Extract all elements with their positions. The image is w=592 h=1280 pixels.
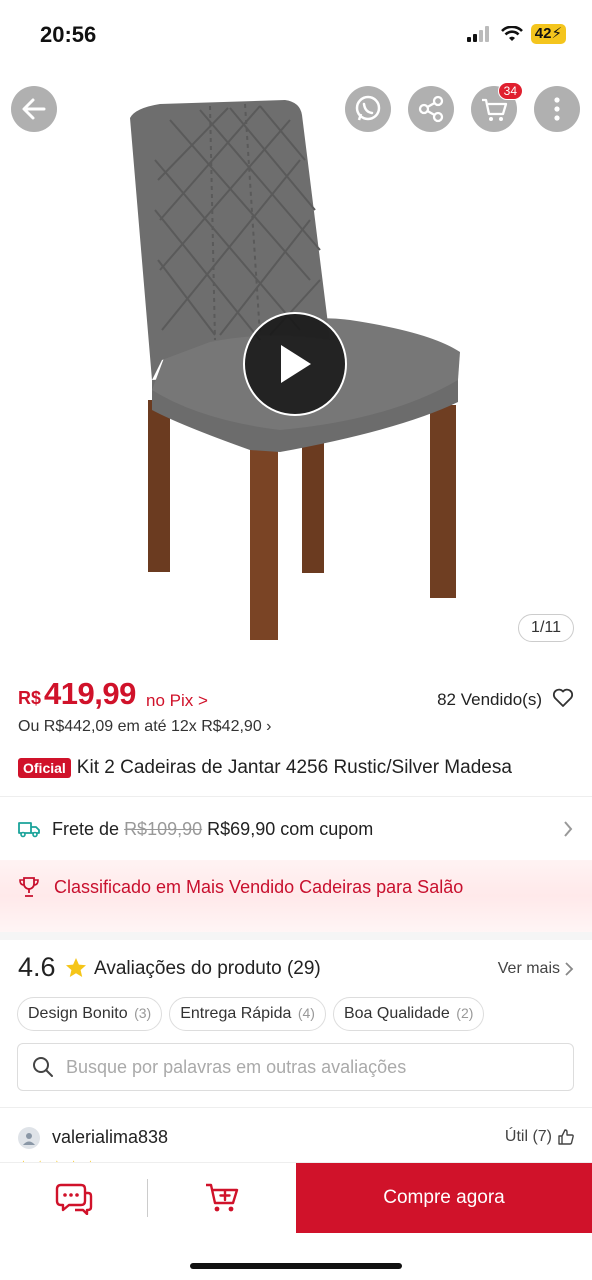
- review-tag[interactable]: Entrega Rápida (4): [169, 997, 326, 1031]
- shipping-prefix: Frete de: [52, 818, 120, 839]
- chevron-right-icon: [564, 821, 573, 837]
- home-indicator: [190, 1263, 402, 1269]
- user-icon: [23, 1133, 35, 1145]
- see-more-label: Ver mais: [497, 960, 560, 977]
- chat-button[interactable]: [0, 1163, 148, 1233]
- review-tag-count: (4): [297, 1005, 315, 1021]
- favorite-heart-icon[interactable]: [552, 688, 574, 708]
- review-tag-label: Boa Qualidade: [343, 1005, 450, 1022]
- pix-link[interactable]: no Pix >: [146, 691, 208, 711]
- product-title-row: Oficial Kit 2 Cadeiras de Jantar 4256 Ru…: [18, 757, 512, 779]
- review-tag-label: Design Bonito: [28, 1005, 128, 1022]
- review-tag[interactable]: Design Bonito (3): [17, 997, 163, 1031]
- section-divider: [0, 932, 592, 940]
- review-tag[interactable]: Boa Qualidade (2): [332, 997, 485, 1031]
- official-store-badge: Oficial: [18, 758, 71, 778]
- review-tags: Design Bonito (3) Entrega Rápida (4) Boa…: [17, 997, 485, 1031]
- product-image-gallery[interactable]: 34 1/11: [0, 70, 592, 660]
- chevron-right-icon: [565, 962, 574, 976]
- divider: [0, 796, 592, 797]
- shipping-new-price: R$69,90 com cupom: [207, 818, 374, 839]
- back-button[interactable]: [11, 86, 57, 132]
- review-tag-count: (2): [456, 1005, 474, 1021]
- reviews-header: 4.6 Avaliações do produto (29) Ver mais: [18, 952, 574, 988]
- whatsapp-icon: [355, 95, 381, 121]
- add-to-cart-button[interactable]: [148, 1163, 296, 1233]
- truck-icon: [18, 822, 40, 838]
- reviews-search-input[interactable]: [66, 1056, 546, 1078]
- price-row: R$ 419,99 no Pix > 82 Vendido(s): [18, 676, 574, 716]
- review-item: valerialima838 Útil (7): [18, 1125, 574, 1155]
- share-icon: [418, 95, 444, 123]
- cart-count-badge: 34: [497, 82, 523, 100]
- rating-score: 4.6: [18, 952, 56, 982]
- bottom-action-bar: Compre agora: [0, 1162, 592, 1280]
- buy-now-button[interactable]: Compre agora: [296, 1163, 592, 1233]
- installments-link[interactable]: Ou R$442,09 em até 12x R$42,90 ›: [18, 718, 272, 736]
- more-vertical-icon: [554, 97, 560, 121]
- share-button[interactable]: [408, 86, 454, 132]
- ranking-row[interactable]: Classificado em Mais Vendido Cadeiras pa…: [18, 876, 463, 898]
- review-tag-count: (3): [134, 1005, 152, 1021]
- shipping-text: Frete de R$109,90 R$69,90 com cupom: [52, 819, 373, 840]
- whatsapp-share-button[interactable]: [345, 86, 391, 132]
- shipping-old-price: R$109,90: [124, 818, 203, 839]
- useful-label: Útil (7): [504, 1128, 552, 1145]
- status-bar: 20:56 42⚡: [0, 0, 592, 70]
- wifi-icon: [500, 26, 523, 41]
- search-icon: [33, 1057, 53, 1077]
- see-more-reviews-link[interactable]: Ver mais: [498, 960, 574, 978]
- chat-icon: [55, 1183, 93, 1215]
- status-icons: 42⚡: [466, 24, 566, 44]
- arrow-left-icon: [22, 98, 46, 120]
- star-icon: [66, 958, 86, 977]
- avatar: [18, 1127, 40, 1149]
- signal-icon: [466, 26, 489, 42]
- review-tag-label: Entrega Rápida: [180, 1005, 292, 1022]
- battery-icon: 42⚡: [530, 24, 566, 44]
- useful-button[interactable]: Útil (7): [505, 1128, 574, 1146]
- reviews-title-text: Avaliações do produto: [94, 958, 282, 979]
- ranking-text: Classificado em Mais Vendido Cadeiras pa…: [54, 876, 464, 897]
- reviews-count: (29): [286, 958, 321, 979]
- divider: [0, 1107, 592, 1108]
- add-to-cart-icon: [206, 1183, 239, 1212]
- status-time: 20:56: [40, 22, 97, 47]
- trophy-icon: [19, 877, 39, 897]
- cart-button[interactable]: 34: [471, 82, 523, 132]
- shipping-row[interactable]: Frete de R$109,90 R$69,90 com cupom: [18, 815, 574, 843]
- product-title: Kit 2 Cadeiras de Jantar 4256 Rustic/Sil…: [76, 757, 512, 778]
- more-options-button[interactable]: [534, 86, 580, 132]
- sold-count: 82 Vendido(s): [437, 690, 542, 709]
- play-icon: [281, 345, 311, 383]
- price-value: 419,99: [44, 676, 136, 711]
- reviews-search-box[interactable]: [17, 1043, 574, 1091]
- play-video-button[interactable]: [243, 312, 347, 416]
- reviewer-name: valerialima838: [52, 1127, 169, 1147]
- image-counter: 1/11: [518, 614, 574, 642]
- battery-level: 42: [534, 25, 552, 42]
- price-currency: R$: [18, 688, 42, 708]
- thumbs-up-icon: [558, 1129, 574, 1145]
- reviews-title: Avaliações do produto (29): [94, 958, 321, 980]
